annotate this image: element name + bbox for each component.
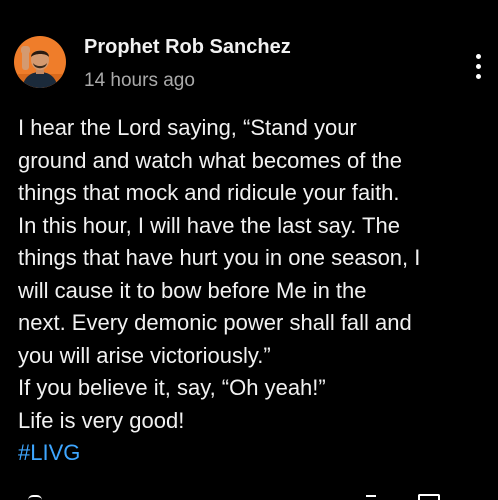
post-body-line: If you believe it, say, “Oh yeah!” <box>18 375 326 400</box>
community-post: Prophet Rob Sanchez 14 hours ago I hear … <box>0 0 498 500</box>
post-body-line: things that have hurt you in one season,… <box>18 245 421 270</box>
post-timestamp: 14 hours ago <box>84 70 195 91</box>
like-icon[interactable] <box>28 495 42 500</box>
post-header: Prophet Rob Sanchez 14 hours ago <box>14 36 498 96</box>
menu-dot <box>475 63 481 69</box>
post-body-line: you will arise victoriously.” <box>18 342 271 368</box>
author-name[interactable]: Prophet Rob Sanchez <box>84 36 291 59</box>
post-body-line: will cause it to bow before Me in the <box>18 277 367 303</box>
avatar-image <box>14 36 66 88</box>
action-bar <box>0 494 498 500</box>
post-body-line: I hear the Lord saying, “Stand your <box>18 115 357 140</box>
post-body-line: In this hour, I will have the last say. … <box>18 212 400 238</box>
menu-dot <box>475 73 481 79</box>
post-body-line: ground and watch what becomes of the <box>18 147 403 173</box>
share-icon[interactable] <box>366 495 376 500</box>
post-body-line: next. Every demonic power shall fall and <box>18 310 412 335</box>
more-vertical-icon[interactable] <box>468 50 488 82</box>
hashtag-link[interactable]: #LIVG <box>18 437 488 470</box>
post-body-line: things that mock and ridicule your faith… <box>18 180 400 205</box>
post-body-line: Life is very good! <box>18 407 185 433</box>
menu-dot <box>475 53 481 59</box>
post-body: I hear the Lord saying, “Stand your grou… <box>18 112 488 470</box>
avatar[interactable] <box>14 36 66 88</box>
comment-icon[interactable] <box>418 494 440 500</box>
